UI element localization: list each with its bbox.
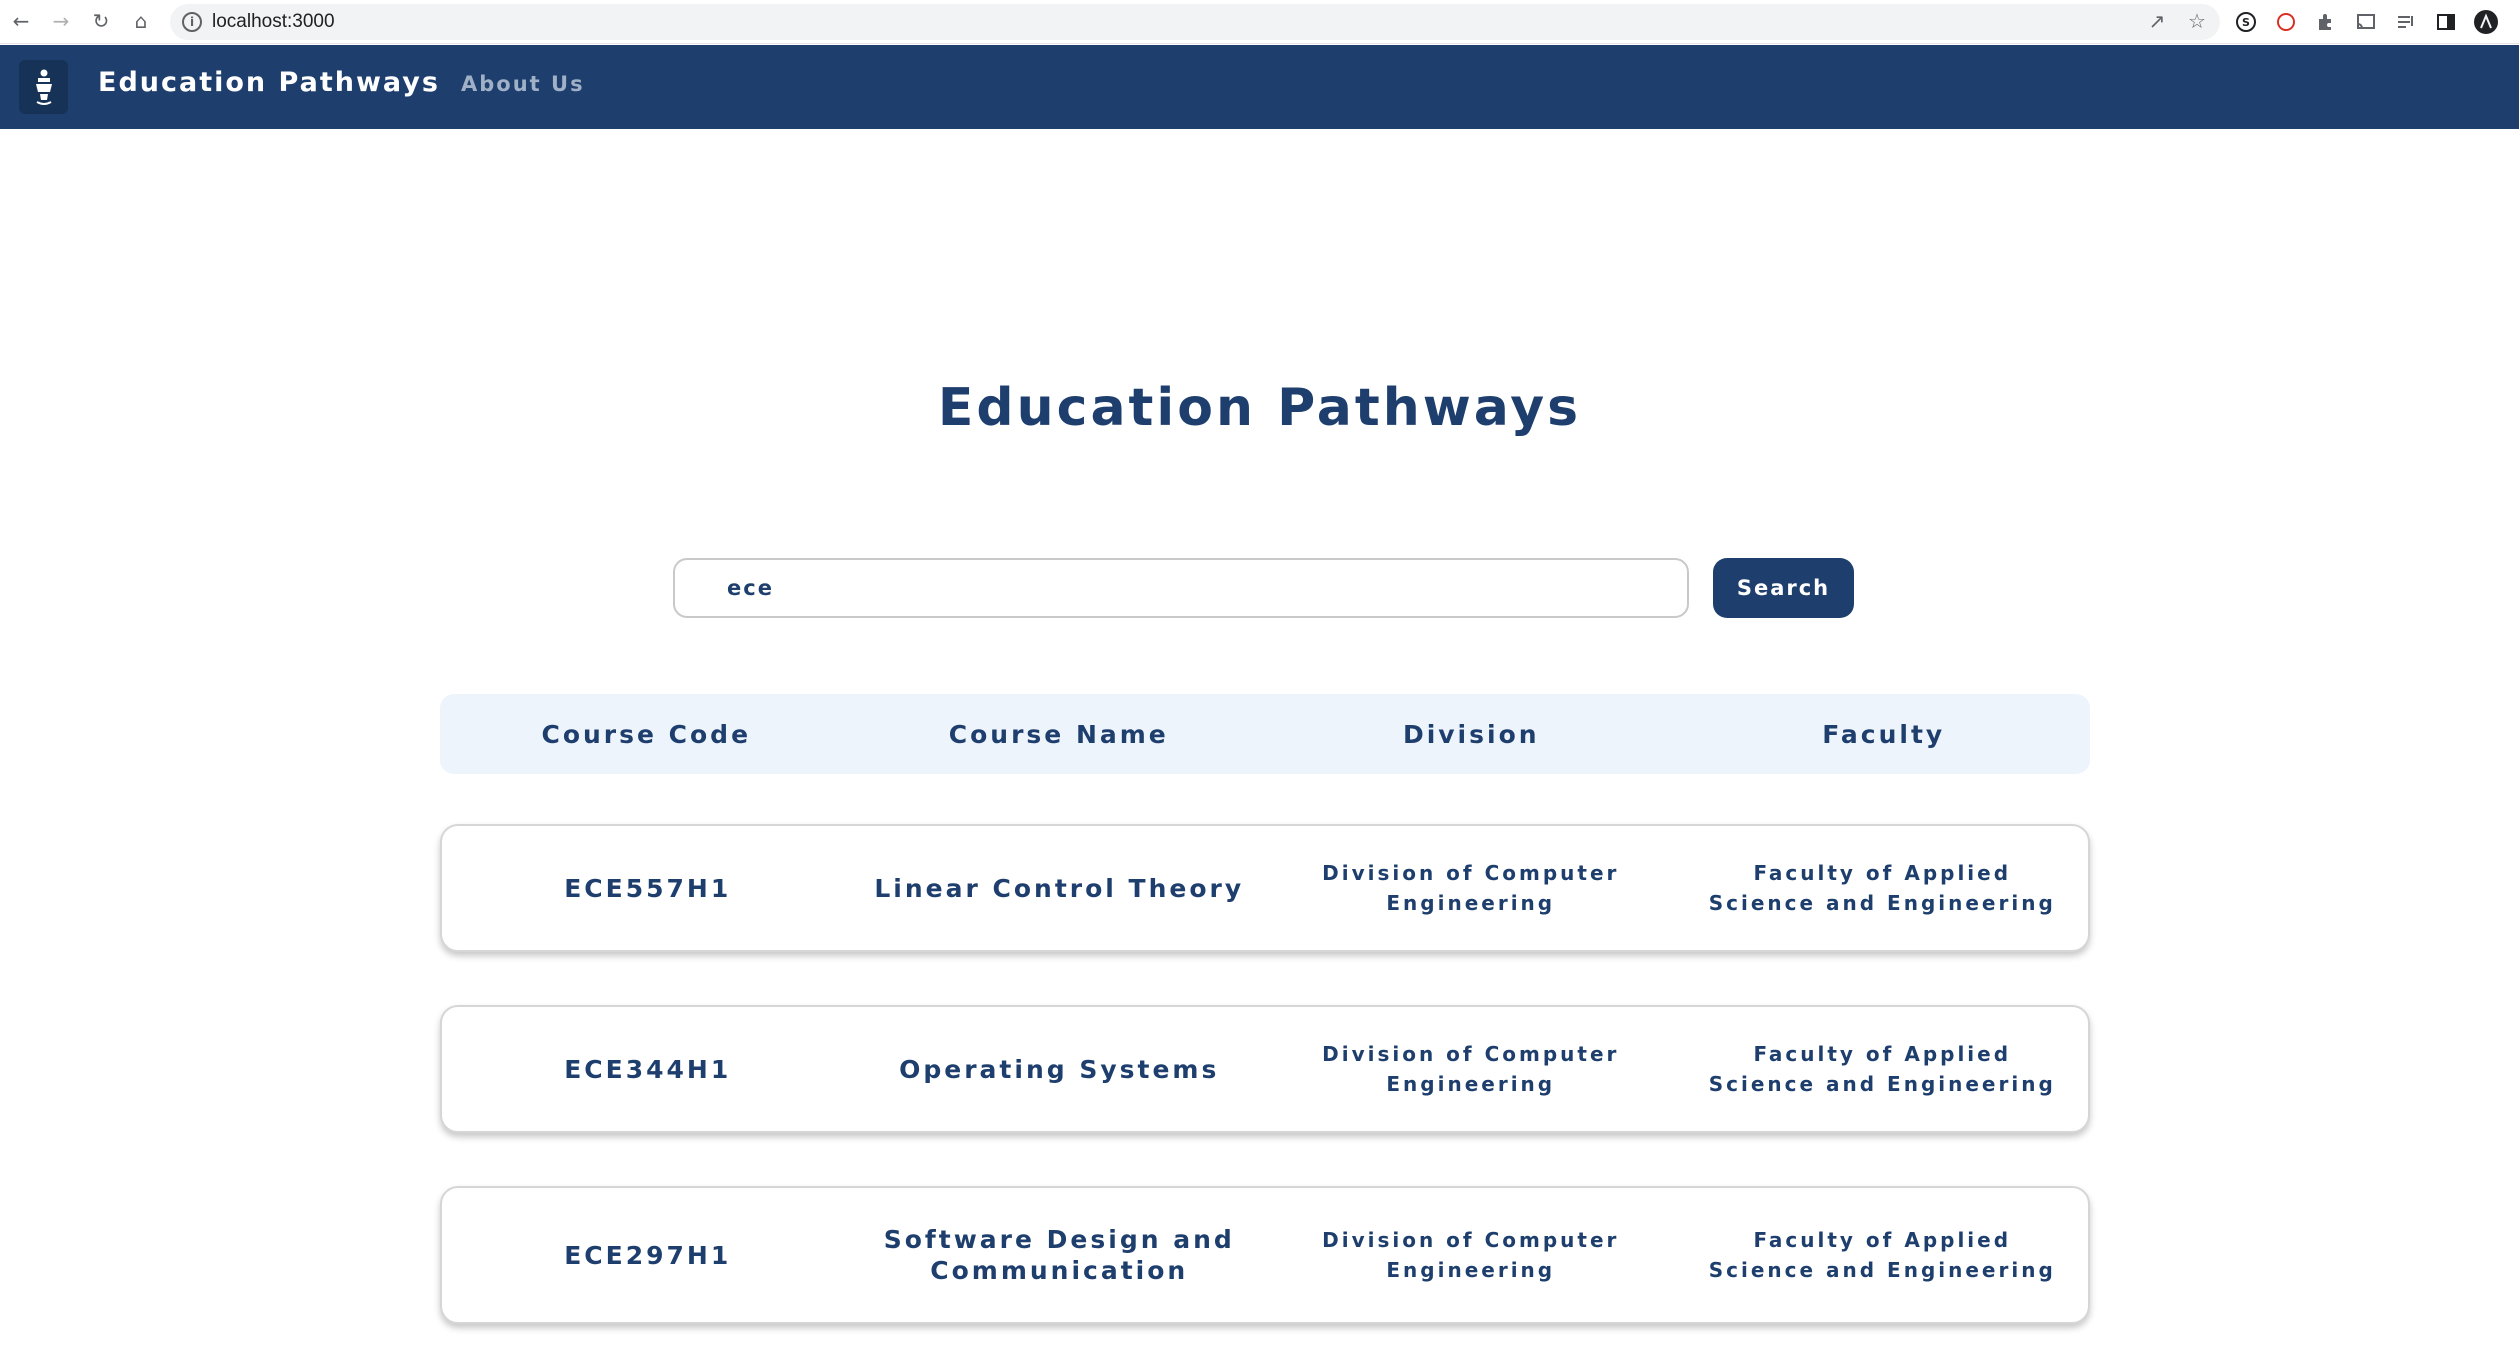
- column-header-course-code: Course Code: [541, 719, 752, 749]
- forward-arrow-icon[interactable]: →: [48, 8, 74, 34]
- nav-about-us[interactable]: About Us: [461, 72, 585, 96]
- column-header-course-name: Course Name: [948, 719, 1169, 749]
- site-info-icon[interactable]: i: [182, 12, 202, 32]
- search-button[interactable]: Search: [1713, 558, 1854, 618]
- table-row[interactable]: ECE557H1 Linear Control Theory Division …: [440, 824, 2090, 952]
- table-row[interactable]: ECE344H1 Operating Systems Division of C…: [440, 1005, 2090, 1133]
- course-faculty: Faculty of Applied Science and Engineeri…: [1708, 1228, 2056, 1282]
- svg-text:S: S: [2242, 16, 2250, 29]
- course-name[interactable]: Linear Control Theory: [854, 873, 1266, 904]
- extensions-puzzle-icon[interactable]: [2313, 9, 2339, 35]
- address-bar-url[interactable]: localhost:3000: [212, 11, 335, 33]
- course-division: Division of Computer Engineering: [1322, 1042, 1620, 1096]
- table-row[interactable]: ECE297H1 Software Design and Communicati…: [440, 1186, 2090, 1324]
- cast-icon[interactable]: [2353, 9, 2379, 35]
- extension-s-icon[interactable]: S: [2233, 9, 2259, 35]
- course-division: Division of Computer Engineering: [1322, 861, 1620, 915]
- side-panel-icon[interactable]: [2433, 9, 2459, 35]
- reload-icon[interactable]: ↻: [88, 8, 114, 34]
- address-bar[interactable]: i localhost:3000 ↗ ☆: [170, 4, 2220, 40]
- back-arrow-icon[interactable]: ←: [8, 8, 34, 34]
- course-name[interactable]: Operating Systems: [854, 1054, 1266, 1085]
- home-icon[interactable]: ⌂: [128, 8, 154, 34]
- share-icon[interactable]: ↗: [2144, 8, 2170, 34]
- column-header-division: Division: [1402, 719, 1540, 749]
- course-faculty: Faculty of Applied Science and Engineeri…: [1708, 1042, 2056, 1096]
- course-code[interactable]: ECE297H1: [442, 1241, 854, 1270]
- column-header-faculty: Faculty: [1822, 719, 1946, 749]
- page-title: Education Pathways: [937, 378, 1582, 438]
- search-input[interactable]: [673, 558, 1689, 618]
- bookmark-star-icon[interactable]: ☆: [2184, 8, 2210, 34]
- university-crest-icon[interactable]: [19, 60, 68, 114]
- course-name[interactable]: Software Design and Communication: [854, 1224, 1266, 1286]
- course-division: Division of Computer Engineering: [1322, 1228, 1620, 1282]
- course-faculty: Faculty of Applied Science and Engineeri…: [1708, 861, 2056, 915]
- course-code[interactable]: ECE344H1: [442, 1055, 854, 1084]
- results-table-header: Course Code Course Name Division Faculty: [440, 694, 2090, 774]
- profile-avatar-icon[interactable]: [2473, 9, 2499, 35]
- browser-toolbar: ← → ↻ ⌂ i localhost:3000 ↗ ☆ S: [0, 0, 2519, 44]
- brand-name[interactable]: Education Pathways: [98, 67, 440, 98]
- app-header: Education Pathways About Us: [0, 45, 2519, 129]
- extension-record-icon[interactable]: [2273, 9, 2299, 35]
- media-queue-icon[interactable]: [2393, 9, 2419, 35]
- course-code[interactable]: ECE557H1: [442, 874, 854, 903]
